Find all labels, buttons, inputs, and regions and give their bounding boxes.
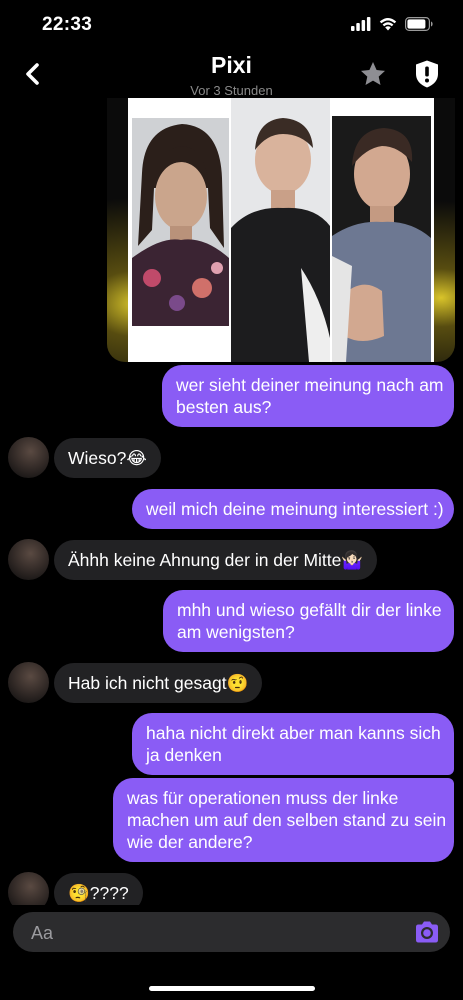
home-indicator[interactable] bbox=[149, 986, 315, 991]
status-bar: 22:33 bbox=[0, 0, 463, 50]
wifi-icon bbox=[379, 18, 397, 31]
contact-avatar[interactable] bbox=[8, 872, 49, 905]
battery-icon bbox=[405, 17, 433, 31]
star-icon bbox=[361, 62, 385, 85]
message-text: weil mich deine meinung interessiert :) bbox=[146, 499, 444, 519]
message-text: am wenigsten? bbox=[177, 622, 295, 642]
message-bubble-outgoing[interactable]: weil mich deine meinung interessiert :) bbox=[132, 489, 454, 529]
camera-icon bbox=[416, 921, 438, 943]
message-bubble-outgoing[interactable]: wer sieht deiner meinung nach am besten … bbox=[162, 365, 454, 427]
favorite-button[interactable] bbox=[359, 60, 387, 88]
collage-photo-left bbox=[132, 118, 229, 326]
message-composer bbox=[13, 912, 450, 954]
message-input[interactable] bbox=[29, 912, 393, 954]
safety-button[interactable] bbox=[413, 59, 441, 89]
message-text: was für operationen muss der linke bbox=[127, 788, 399, 808]
photo-collage bbox=[128, 98, 434, 362]
contact-avatar[interactable] bbox=[8, 437, 49, 478]
message-text: Ähhh keine Ahnung der in der Mitte🤷🏻‍♀️ bbox=[68, 550, 364, 570]
chat-scroll-area[interactable]: wer sieht deiner meinung nach am besten … bbox=[0, 0, 463, 905]
signal-icon bbox=[351, 17, 371, 31]
message-bubble-outgoing[interactable]: haha nicht direkt aber man kanns sich ja… bbox=[132, 713, 454, 775]
message-bubble-incoming[interactable]: 🧐???? bbox=[54, 873, 143, 905]
last-active: Vor 3 Stunden bbox=[190, 83, 273, 98]
message-bubble-outgoing[interactable]: was für operationen muss der linke mache… bbox=[113, 778, 454, 862]
message-text: wie der andere? bbox=[127, 832, 253, 852]
message-bubble-incoming[interactable]: Ähhh keine Ahnung der in der Mitte🤷🏻‍♀️ bbox=[54, 540, 378, 580]
message-text: 🧐???? bbox=[68, 883, 129, 903]
message-text: ja denken bbox=[146, 745, 222, 765]
message-text: machen um auf den selben stand zu sein bbox=[127, 810, 447, 830]
status-icons bbox=[351, 17, 433, 31]
chat-header: Pixi Vor 3 Stunden bbox=[0, 50, 463, 98]
contact-avatar[interactable] bbox=[8, 539, 49, 580]
collage-photo-middle bbox=[231, 98, 330, 362]
message-text: wer sieht deiner meinung nach am bbox=[176, 375, 444, 395]
camera-button[interactable] bbox=[412, 917, 442, 947]
message-text: mhh und wieso gefällt dir der linke bbox=[177, 600, 442, 620]
photo-message[interactable] bbox=[107, 70, 455, 362]
shield-icon bbox=[416, 60, 438, 88]
contact-avatar[interactable] bbox=[8, 662, 49, 703]
message-text: besten aus? bbox=[176, 397, 272, 417]
message-bubble-incoming[interactable]: Wieso?😂 bbox=[54, 438, 161, 478]
message-text: haha nicht direkt aber man kanns sich bbox=[146, 723, 441, 743]
message-bubble-incoming[interactable]: Hab ich nicht gesagt🤨 bbox=[54, 663, 263, 703]
message-text: Wieso?😂 bbox=[68, 448, 147, 468]
message-bubble-outgoing[interactable]: mhh und wieso gefällt dir der linke am w… bbox=[163, 590, 454, 652]
status-time: 22:33 bbox=[42, 14, 93, 35]
contact-name[interactable]: Pixi bbox=[0, 52, 463, 79]
collage-photo-right bbox=[332, 116, 431, 362]
message-text: Hab ich nicht gesagt🤨 bbox=[68, 673, 249, 693]
